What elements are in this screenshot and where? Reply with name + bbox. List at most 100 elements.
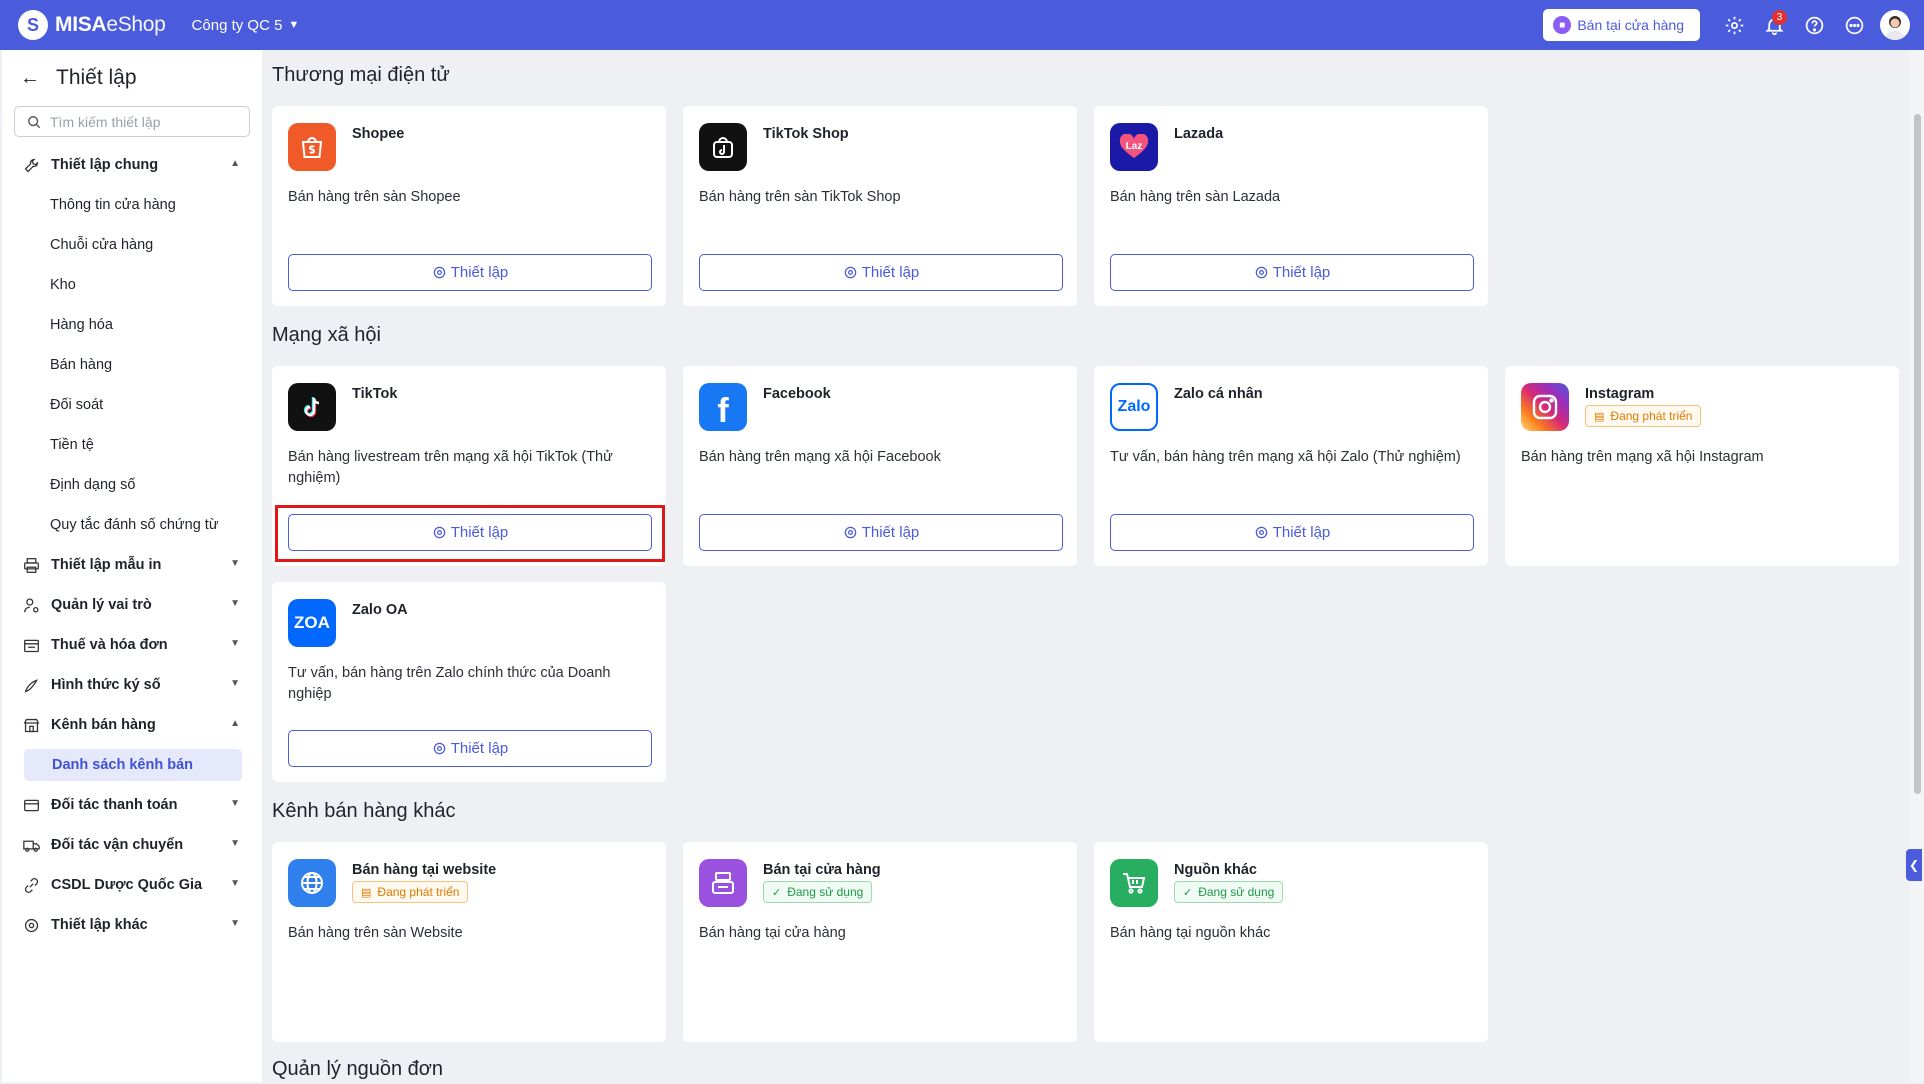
chevron-up-icon: ▲ <box>230 158 240 169</box>
sidebar-group-label: Thiết lập mẫu in <box>51 557 162 573</box>
section-title-social: Mạng xã hội <box>272 324 381 346</box>
company-selector[interactable]: Công ty QC 5 ▼ <box>192 17 300 34</box>
settings-button[interactable] <box>1714 5 1754 45</box>
sidebar-item-store-info[interactable]: Thông tin cửa hàng <box>2 185 262 225</box>
channel-description: Tư vấn, bán hàng trên Zalo chính thức củ… <box>288 665 611 702</box>
channel-card-instagram: Instagram ▤ Đang phát triển Bán hàng trên… <box>1505 366 1899 566</box>
tiktok-shop-setup-button[interactable]: Thiết lập <box>699 254 1063 291</box>
lazada-setup-button[interactable]: Thiết lập <box>1110 254 1474 291</box>
sidebar-group-label: Thiết lập khác <box>51 917 148 933</box>
channel-card-in-store: Bán tại cửa hàng ✓ Đang sử dụng Bán hàng … <box>683 842 1077 1042</box>
chevron-up-icon: ▲ <box>230 718 240 729</box>
section-title-ecommerce: Thương mại điện tử <box>272 64 450 86</box>
channel-description: Tư vấn, bán hàng trên mạng xã hội Zalo (… <box>1110 449 1461 465</box>
settings-sidebar: ← Thiết lập Thiết lập chung ▲ Thông tin … <box>2 50 262 1082</box>
status-badge-label: Đang phát triển <box>377 885 460 899</box>
sidebar-group-label: Đối tác thanh toán <box>51 797 178 813</box>
chevron-down-icon: ▼ <box>230 878 240 889</box>
channel-card-other-sources: Nguồn khác ✓ Đang sử dụng Bán hàng tại ng… <box>1094 842 1488 1042</box>
sidebar-item-document-numbering[interactable]: Quy tắc đánh số chứng từ <box>2 505 262 545</box>
scrollbar[interactable] <box>1910 50 1924 1082</box>
printer-icon <box>22 556 40 574</box>
facebook-setup-button[interactable]: Thiết lập <box>699 514 1063 551</box>
settings-search-input[interactable] <box>50 113 240 130</box>
channel-name: Bán hàng tại website <box>352 862 497 878</box>
sidebar-group-tax-invoice[interactable]: Thuế và hóa đơn ▼ <box>2 625 262 665</box>
channel-name: Zalo cá nhân <box>1174 386 1263 402</box>
channel-card-website: Bán hàng tại website ▤ Đang phát triển Bá… <box>272 842 666 1042</box>
sidebar-item-sales[interactable]: Bán hàng <box>2 345 262 385</box>
sidebar-group-sales-channels[interactable]: Kênh bán hàng ▲ <box>2 705 262 745</box>
sidebar-item-store-chain[interactable]: Chuỗi cửa hàng <box>2 225 262 265</box>
setup-label: Thiết lập <box>450 264 509 281</box>
sidebar-group-label: Đối tác vận chuyển <box>51 837 184 853</box>
sidebar-group-label: Thuế và hóa đơn <box>51 637 168 653</box>
sidebar-group-roles[interactable]: Quản lý vai trò ▼ <box>2 585 262 625</box>
gear-icon <box>844 266 856 279</box>
facebook-logo-icon: f <box>699 383 747 431</box>
chevron-down-icon: ▼ <box>230 838 240 849</box>
sidebar-group-label: Thiết lập chung <box>51 157 159 173</box>
shopee-setup-button[interactable]: Thiết lập <box>288 254 652 291</box>
sidebar-item-goods[interactable]: Hàng hóa <box>2 305 262 345</box>
misa-logo-icon: S <box>18 10 48 40</box>
invoice-icon <box>22 636 40 654</box>
sidebar-group-shipping-partners[interactable]: Đối tác vận chuyển ▼ <box>2 825 262 865</box>
scrollbar-thumb[interactable] <box>1914 114 1921 794</box>
zalo-personal-setup-button[interactable]: Thiết lập <box>1110 514 1474 551</box>
sidebar-group-other-settings[interactable]: Thiết lập khác ▼ <box>2 905 262 945</box>
channel-name: Bán tại cửa hàng <box>763 862 881 878</box>
channel-card-zalo-personal: Zalo Zalo cá nhân Tư vấn, bán hàng trên … <box>1094 366 1488 566</box>
setup-label: Thiết lập <box>1272 524 1331 541</box>
chevron-down-icon: ▼ <box>230 678 240 689</box>
search-icon <box>28 115 41 128</box>
card-icon <box>22 796 40 814</box>
sidebar-item-currency[interactable]: Tiền tệ <box>2 425 262 465</box>
sell-at-store-button[interactable]: ■ Bán tại cửa hàng <box>1543 9 1700 41</box>
channel-name: Lazada <box>1174 126 1224 142</box>
sell-at-store-label: Bán tại cửa hàng <box>1577 17 1684 33</box>
cart-icon <box>1110 859 1158 907</box>
setup-label: Thiết lập <box>861 524 920 541</box>
sidebar-group-digital-signature[interactable]: Hình thức ký số ▼ <box>2 665 262 705</box>
gear-icon <box>22 916 40 934</box>
sidebar-group-label: Quản lý vai trò <box>51 597 152 613</box>
sidebar-item-number-format[interactable]: Định dạng số <box>2 465 262 505</box>
chevron-down-icon: ▼ <box>288 19 300 31</box>
wrench-icon <box>22 156 40 174</box>
sidebar-group-payment-partners[interactable]: Đối tác thanh toán ▼ <box>2 785 262 825</box>
help-button[interactable] <box>1794 5 1834 45</box>
user-avatar-icon <box>1885 16 1905 40</box>
channel-card-facebook: f Facebook Bán hàng trên mạng xã hội Fac… <box>683 366 1077 566</box>
status-badge-in-development: ▤ Đang phát triển <box>352 881 469 903</box>
notification-button[interactable]: 3 <box>1754 5 1794 45</box>
sidebar-item-reconciliation[interactable]: Đối soát <box>2 385 262 425</box>
zalo-oa-setup-button[interactable]: Thiết lập <box>288 730 652 767</box>
back-arrow-icon[interactable]: ← <box>20 67 40 90</box>
channel-card-shopee: Shopee Bán hàng trên sàn Shopee Thiết lậ… <box>272 106 666 306</box>
sidebar-group-print-templates[interactable]: Thiết lập mẫu in ▼ <box>2 545 262 585</box>
channel-card-tiktok-shop: TikTok Shop Bán hàng trên sàn TikTok Sho… <box>683 106 1077 306</box>
sidebar-group-label: CSDL Dược Quốc Gia <box>51 877 203 893</box>
user-avatar[interactable] <box>1880 10 1910 40</box>
status-badge-label: Đang sử dụng <box>1198 885 1275 899</box>
sidebar-item-warehouse[interactable]: Kho <box>2 265 262 305</box>
gear-icon <box>433 742 445 755</box>
development-icon: ▤ <box>361 886 372 899</box>
sidebar-item-channel-list[interactable]: Danh sách kênh bán <box>24 749 242 781</box>
store-icon <box>22 716 40 734</box>
brand-logo[interactable]: S MISAeShop <box>18 10 166 40</box>
brand-name: MISA <box>55 13 107 36</box>
channel-description: Bán hàng trên sàn Lazada <box>1110 189 1281 205</box>
link-icon <box>22 876 40 894</box>
channel-name: Nguồn khác <box>1174 862 1257 878</box>
more-button[interactable] <box>1834 5 1874 45</box>
sidebar-group-general[interactable]: Thiết lập chung ▲ <box>2 145 262 185</box>
channel-name: TikTok <box>352 386 398 402</box>
instagram-logo-icon <box>1521 383 1569 431</box>
sidebar-group-national-drug-db[interactable]: CSDL Dược Quốc Gia ▼ <box>2 865 262 905</box>
channel-list-content: Thương mại điện tử Shopee Bán hàng trên … <box>262 50 1906 1082</box>
channel-name: Facebook <box>763 386 831 402</box>
channel-description: Bán hàng tại cửa hàng <box>699 925 846 941</box>
chevron-left-icon[interactable]: ❮ <box>1906 849 1922 881</box>
